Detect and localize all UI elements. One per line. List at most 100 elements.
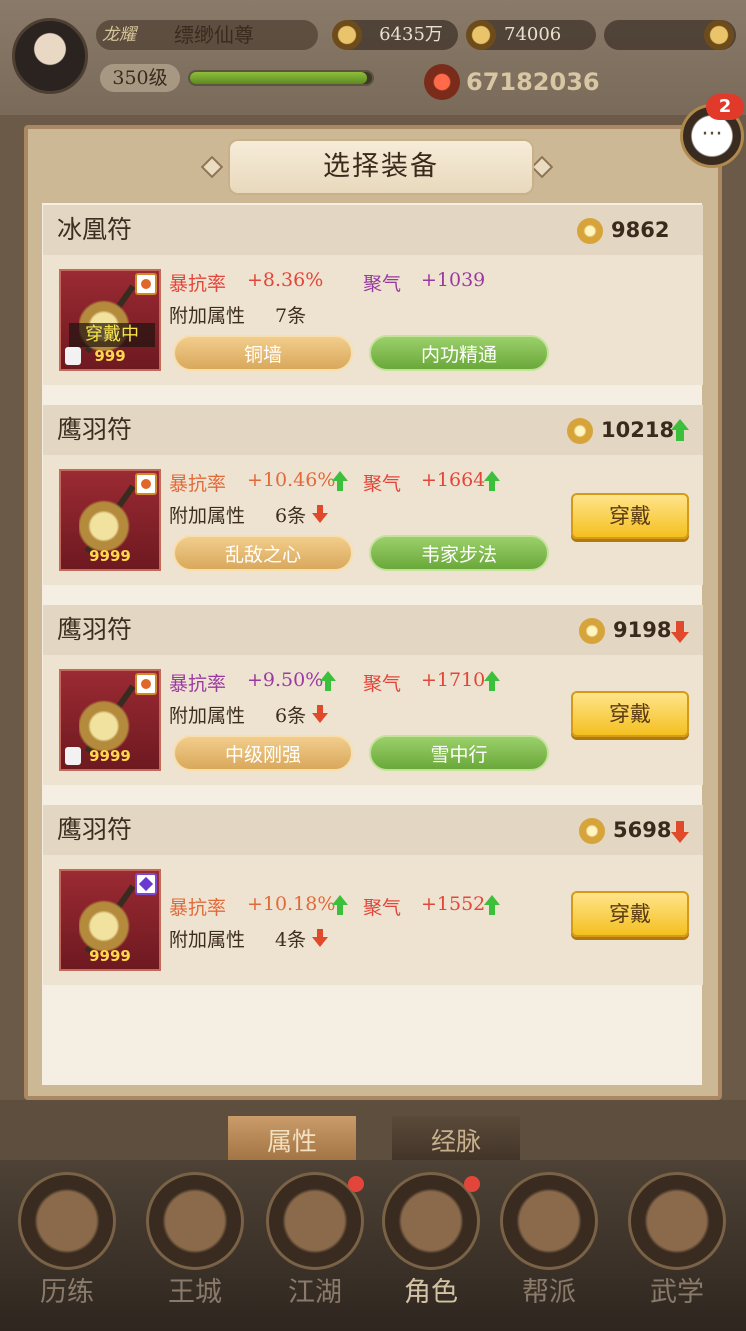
- extra-attr-label: 附加属性: [169, 505, 246, 527]
- item-count: 9999: [89, 547, 131, 565]
- equipment-score: 9862: [611, 218, 670, 242]
- stat2-value: +1664: [421, 469, 486, 491]
- stat-down-arrow-icon: [311, 703, 329, 723]
- equipment-icon[interactable]: 穿戴中 999: [59, 269, 161, 371]
- stat1-label: 暴抗率: [169, 673, 227, 695]
- score-down-arrow-icon: [669, 619, 691, 643]
- score-icon: [577, 218, 603, 244]
- extra-attr-label: 附加属性: [169, 929, 246, 951]
- quality-badge: [135, 473, 157, 495]
- item-count: 9999: [89, 947, 131, 965]
- equipment-name: 鹰羽符: [57, 815, 133, 844]
- item-count: 999: [94, 347, 126, 365]
- equipment-icon[interactable]: 9999: [59, 469, 161, 571]
- card-body: 9999 暴抗率 +9.50% 聚气 +1710 附加属性 6条 中级刚强 雪中…: [43, 655, 703, 785]
- chat-icon: ···: [701, 122, 723, 147]
- stat-up-arrow-icon: [319, 671, 337, 691]
- gold-currency[interactable]: 74006: [466, 20, 596, 50]
- skill-tag[interactable]: 中级刚强: [173, 735, 353, 771]
- nav-label: 武学: [650, 1277, 704, 1308]
- stat1-value: +9.50%: [247, 669, 324, 691]
- score-up-arrow-icon: [669, 419, 691, 443]
- training-icon: [18, 1172, 116, 1270]
- combat-power: 67182036: [466, 68, 600, 96]
- royal-city-icon: [146, 1172, 244, 1270]
- chat-unread-badge: 2: [706, 94, 744, 120]
- extra-attr-count: 4条: [275, 929, 307, 951]
- quality-badge: [135, 873, 157, 895]
- equipment-name: 冰凰符: [57, 215, 133, 244]
- nav-item-jianghu[interactable]: 江湖: [260, 1172, 370, 1322]
- stat2-label: 聚气: [363, 473, 402, 495]
- title-deco-right: [530, 155, 554, 179]
- notification-dot: [464, 1176, 480, 1192]
- bottom-navigation: 历练 王城 江湖 角色 帮派 武学: [0, 1160, 746, 1331]
- card-header: 冰凰符 9862: [43, 205, 703, 255]
- stat2-value: +1710: [421, 669, 486, 691]
- score-icon: [567, 418, 593, 444]
- nav-item-martial-arts[interactable]: 武学: [622, 1172, 732, 1322]
- score-down-arrow-icon: [669, 819, 691, 843]
- equipment-icon[interactable]: 9999: [59, 869, 161, 971]
- equipment-score: 9198: [613, 618, 672, 642]
- nav-item-training[interactable]: 历练: [12, 1172, 122, 1322]
- equipment-name: 鹰羽符: [57, 415, 133, 444]
- stat1-label: 暴抗率: [169, 897, 227, 919]
- card-body: 穿戴中 999 暴抗率 +8.36% 聚气 +1039 附加属性 7条 铜墙 内…: [43, 255, 703, 385]
- nav-item-character[interactable]: 角色: [376, 1172, 486, 1322]
- stat2-value: +1039: [421, 269, 486, 291]
- extra-attr-count: 7条: [275, 305, 307, 327]
- extra-attr-label: 附加属性: [169, 305, 246, 327]
- equip-button[interactable]: 穿戴: [571, 691, 689, 737]
- notification-dot: [348, 1176, 364, 1192]
- nav-item-royal-city[interactable]: 王城: [140, 1172, 250, 1322]
- nav-item-guild[interactable]: 帮派: [494, 1172, 604, 1322]
- equipment-score: 5698: [613, 818, 672, 842]
- title-deco-left: [200, 155, 224, 179]
- talisman-art: [79, 489, 141, 551]
- score-icon: [579, 618, 605, 644]
- nav-label: 历练: [40, 1277, 94, 1308]
- stat2-label: 聚气: [363, 273, 402, 295]
- copper-currency[interactable]: 6435万: [332, 20, 458, 50]
- skill-tag[interactable]: 韦家步法: [369, 535, 549, 571]
- exp-bar-fill: [190, 72, 367, 84]
- equip-button[interactable]: 穿戴: [571, 493, 689, 539]
- vip-badge: 龙耀: [102, 25, 136, 45]
- stat2-label: 聚气: [363, 897, 402, 919]
- card-body: 9999 暴抗率 +10.46% 聚气 +1664 附加属性 6条 乱敌之心 韦…: [43, 455, 703, 585]
- player-avatar[interactable]: [12, 18, 88, 94]
- nav-label: 王城: [168, 1277, 222, 1308]
- stat1-value: +8.36%: [247, 269, 324, 291]
- stat1-label: 暴抗率: [169, 273, 227, 295]
- third-currency[interactable]: [604, 20, 736, 50]
- exp-bar: [188, 70, 374, 86]
- talisman-art: [79, 689, 141, 751]
- equip-button[interactable]: 穿戴: [571, 891, 689, 937]
- stat2-label: 聚气: [363, 673, 402, 695]
- stat-up-arrow-icon: [483, 671, 501, 691]
- extra-attr-count: 6条: [275, 505, 307, 527]
- extra-attr-count: 6条: [275, 705, 307, 727]
- nav-label: 角色: [404, 1277, 458, 1308]
- equipment-score: 10218: [601, 418, 675, 442]
- dialog-title: 选择装备: [323, 151, 439, 182]
- stat-down-arrow-icon: [311, 927, 329, 947]
- equipment-icon[interactable]: 9999: [59, 669, 161, 771]
- quality-badge: [135, 673, 157, 695]
- card-header: 鹰羽符 5698: [43, 805, 703, 855]
- stat-up-arrow-icon: [483, 895, 501, 915]
- stat1-value: +10.46%: [247, 469, 336, 491]
- martial-arts-icon: [628, 1172, 726, 1270]
- skill-tag[interactable]: 乱敌之心: [173, 535, 353, 571]
- score-icon: [579, 818, 605, 844]
- stat1-label: 暴抗率: [169, 473, 227, 495]
- equipment-name: 鹰羽符: [57, 615, 133, 644]
- dialog-title-plate: 选择装备: [228, 139, 534, 195]
- skill-tag[interactable]: 雪中行: [369, 735, 549, 771]
- extra-attr-label: 附加属性: [169, 705, 246, 727]
- coin-icon: [332, 20, 362, 50]
- skill-tag[interactable]: 铜墙: [173, 335, 353, 371]
- skill-tag[interactable]: 内功精通: [369, 335, 549, 371]
- stat-up-arrow-icon: [331, 895, 349, 915]
